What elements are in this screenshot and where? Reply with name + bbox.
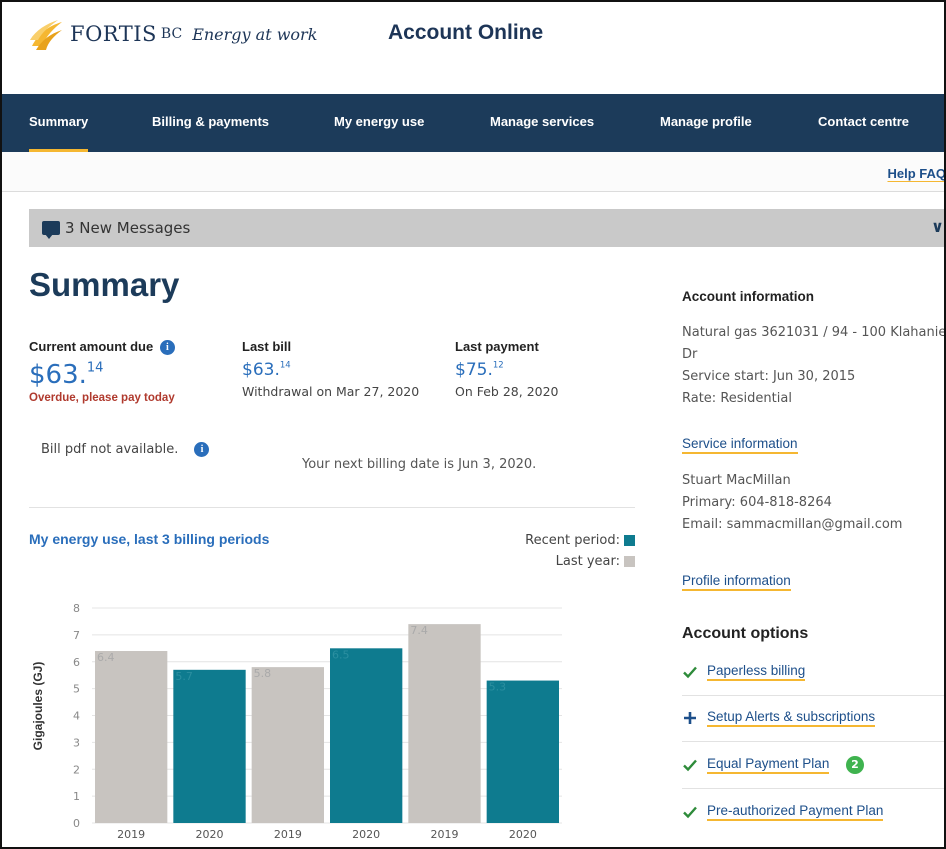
header: FORTIS BC Energy at work Account Online [2,2,944,94]
nav-item-manage-services[interactable]: Manage services [490,94,594,152]
bar-value-label: 5.3 [489,681,507,694]
flame-logo-icon [30,20,62,50]
brand-tagline: Energy at work [192,24,318,44]
brand-region: BC [160,26,183,42]
x-tick-label: 2020 [352,828,380,841]
energy-chart-title[interactable]: My energy use, last 3 billing periods [29,531,269,547]
y-tick-label: 1 [73,790,80,803]
x-tick-label: 2019 [117,828,145,841]
account-info-text: Natural gas 3621031 / 94 - 100 Klahanie … [682,325,946,406]
page-title: Summary [29,266,180,303]
x-tick-label: 2019 [274,828,302,841]
y-axis-label: Gigajoules (GJ) [31,662,45,751]
legend-swatch-last-year [624,556,635,567]
y-tick-label: 0 [73,817,80,830]
profile-information-link[interactable]: Profile information [682,573,791,591]
account-options-heading: Account options [682,625,809,642]
current-amount-label: Current amount due i [29,339,175,356]
message-icon [42,221,60,239]
service-information-link[interactable]: Service information [682,436,798,454]
last-payment-block: Last payment $75.12 On Feb 28, 2020 [455,339,559,399]
y-tick-label: 4 [73,710,80,723]
option-label[interactable]: Setup Alerts & subscriptions [707,709,876,727]
option-label[interactable]: Paperless billing [707,663,806,681]
y-tick-label: 7 [73,629,80,642]
bill-pdf-note: Bill pdf not available. i [41,442,210,457]
last-bill-block: Last bill $63.14 Withdrawal on Mar 27, 2… [242,339,419,399]
bar [173,669,246,823]
last-bill-label: Last bill [242,339,292,354]
info-icon[interactable]: i [159,340,175,356]
legend-last-year: Last year: [556,554,635,569]
plus-icon [684,712,696,724]
nav-item-contact-centre[interactable]: Contact centre [818,94,909,152]
check-icon [683,666,697,679]
x-tick-label: 2020 [196,828,224,841]
divider [29,507,635,508]
y-tick-label: 3 [73,736,80,749]
messages-label: 3 New Messages [65,219,191,237]
bar [486,680,559,823]
utility-bar: Help FAQ [2,152,944,192]
y-tick-label: 2 [73,763,80,776]
last-bill-value[interactable]: $63.14 [242,360,419,380]
bar-value-label: 6.4 [97,651,115,664]
overdue-status: Overdue, please pay today [29,392,175,405]
current-amount-block: Current amount due i $63.14 Overdue, ple… [29,339,175,404]
option-equal-payment-plan[interactable]: Equal Payment Plan 2 [682,743,944,789]
option-label[interactable]: Pre-authorized Payment Plan [707,803,884,821]
notification-badge: 2 [846,756,864,774]
bar [408,624,481,823]
x-tick-label: 2019 [431,828,459,841]
bar-value-label: 5.8 [254,667,272,680]
check-icon [683,806,697,819]
app-title: Account Online [388,21,544,44]
bar-value-label: 5.7 [175,670,193,683]
last-payment-label: Last payment [455,339,539,354]
nav-item-summary[interactable]: Summary [29,94,89,152]
next-billing-date: Your next billing date is Jun 3, 2020. [302,457,537,472]
last-bill-note: Withdrawal on Mar 27, 2020 [242,384,420,399]
option-label[interactable]: Equal Payment Plan [707,756,830,774]
legend-recent: Recent period: [525,533,635,548]
main-nav: Summary Billing & payments My energy use… [2,94,944,152]
bar [330,648,403,823]
bar-value-label: 6.5 [332,648,350,661]
energy-bar-chart: Gigajoules (GJ) 0 1 2 3 4 5 6 7 8 6.4 2019 5.7 2020 5… [31,602,562,841]
legend-swatch-recent [624,535,635,546]
app-window: FORTIS BC Energy at work Account Online … [0,0,946,849]
check-icon [683,759,697,772]
last-payment-note: On Feb 28, 2020 [455,384,559,399]
y-tick-label: 8 [73,602,80,615]
bar [251,667,324,823]
messages-bar[interactable]: 3 New Messages ∨ [29,209,944,247]
fortis-logo[interactable]: FORTIS BC Energy at work [28,16,317,52]
profile-text: Stuart MacMillan Primary: 604-818-8264 E… [682,473,903,532]
option-setup-alerts[interactable]: Setup Alerts & subscriptions [682,696,944,742]
account-info-heading: Account information [682,289,814,304]
info-icon[interactable]: i [194,442,210,457]
x-tick-label: 2020 [509,828,537,841]
nav-item-manage-profile[interactable]: Manage profile [660,94,752,152]
y-tick-label: 5 [73,683,80,696]
bar-value-label: 7.4 [410,624,428,637]
last-payment-value[interactable]: $75.12 [455,360,559,380]
option-pre-authorized-payment[interactable]: Pre-authorized Payment Plan [682,790,944,836]
nav-item-energy-use[interactable]: My energy use [334,94,424,152]
help-faq-link[interactable]: Help FAQ [887,166,944,181]
option-paperless-billing[interactable]: Paperless billing [682,650,944,696]
current-amount-value: $63.14 [29,360,104,391]
nav-item-billing[interactable]: Billing & payments [152,94,269,152]
brand-name: FORTIS [70,22,157,46]
bar [95,651,168,823]
chart-bars [95,624,559,823]
chevron-down-icon[interactable]: ∨ [931,217,944,236]
y-tick-label: 6 [73,656,80,669]
